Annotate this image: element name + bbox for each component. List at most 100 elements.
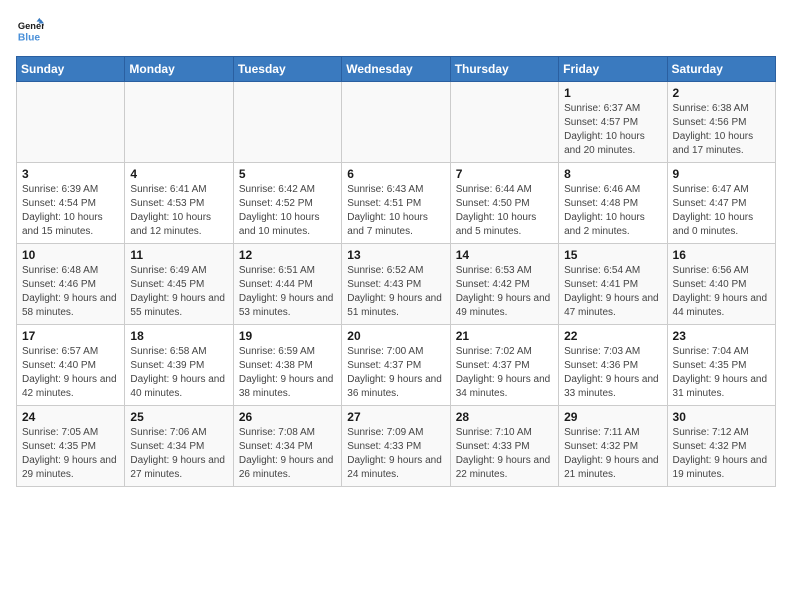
weekday-header: Monday (125, 57, 233, 82)
day-number: 3 (22, 167, 119, 181)
day-info: Sunrise: 7:06 AM Sunset: 4:34 PM Dayligh… (130, 426, 227, 482)
day-info: Sunrise: 6:59 AM Sunset: 4:38 PM Dayligh… (239, 345, 336, 401)
day-info: Sunrise: 6:48 AM Sunset: 4:46 PM Dayligh… (22, 264, 119, 320)
calendar-cell: 8Sunrise: 6:46 AM Sunset: 4:48 PM Daylig… (559, 163, 667, 244)
day-number: 8 (564, 167, 661, 181)
day-number: 17 (22, 329, 119, 343)
day-info: Sunrise: 7:10 AM Sunset: 4:33 PM Dayligh… (456, 426, 553, 482)
day-number: 30 (673, 410, 770, 424)
day-info: Sunrise: 7:11 AM Sunset: 4:32 PM Dayligh… (564, 426, 661, 482)
calendar-cell: 15 Sunrise: 6:54 AM Sunset: 4:41 PM Dayli… (559, 244, 667, 325)
weekday-header: Thursday (450, 57, 558, 82)
day-info: Sunrise: 6:53 AM Sunset: 4:42 PM Dayligh… (456, 264, 553, 320)
calendar-cell: 17 Sunrise: 6:57 AM Sunset: 4:40 PM Dayli… (17, 325, 125, 406)
day-number: 12 (239, 248, 336, 262)
day-info: Sunrise: 6:42 AM Sunset: 4:52 PM Dayligh… (239, 183, 336, 239)
day-info: Sunrise: 6:37 AM Sunset: 4:57 PM Dayligh… (564, 102, 661, 158)
day-info: Sunrise: 7:09 AM Sunset: 4:33 PM Dayligh… (347, 426, 444, 482)
logo-icon: General Blue (16, 16, 44, 44)
day-number: 29 (564, 410, 661, 424)
day-number: 15 (564, 248, 661, 262)
day-number: 21 (456, 329, 553, 343)
weekday-header: Tuesday (233, 57, 341, 82)
day-info: Sunrise: 6:38 AM Sunset: 4:56 PM Dayligh… (673, 102, 770, 158)
calendar-cell: 7 Sunrise: 6:44 AM Sunset: 4:50 PM Daylig… (450, 163, 558, 244)
weekday-header: Saturday (667, 57, 775, 82)
day-number: 2 (673, 86, 770, 100)
weekday-header: Friday (559, 57, 667, 82)
day-info: Sunrise: 6:49 AM Sunset: 4:45 PM Dayligh… (130, 264, 227, 320)
day-number: 4 (130, 167, 227, 181)
calendar-cell: 10 Sunrise: 6:48 AM Sunset: 4:46 PM Dayli… (17, 244, 125, 325)
day-number: 20 (347, 329, 444, 343)
calendar-cell: 18 Sunrise: 6:58 AM Sunset: 4:39 PM Dayli… (125, 325, 233, 406)
calendar-week-row: 3Sunrise: 6:39 AM Sunset: 4:54 PM Daylig… (17, 163, 776, 244)
day-info: Sunrise: 7:08 AM Sunset: 4:34 PM Dayligh… (239, 426, 336, 482)
day-info: Sunrise: 7:02 AM Sunset: 4:37 PM Dayligh… (456, 345, 553, 401)
calendar-cell: 23 Sunrise: 7:04 AM Sunset: 4:35 PM Dayli… (667, 325, 775, 406)
calendar-cell (125, 82, 233, 163)
calendar-week-row: 17 Sunrise: 6:57 AM Sunset: 4:40 PM Dayli… (17, 325, 776, 406)
day-number: 6 (347, 167, 444, 181)
calendar-cell (450, 82, 558, 163)
logo: General Blue (16, 16, 48, 44)
day-info: Sunrise: 6:44 AM Sunset: 4:50 PM Dayligh… (456, 183, 553, 239)
calendar-week-row: 24 Sunrise: 7:05 AM Sunset: 4:35 PM Dayli… (17, 406, 776, 487)
calendar-cell: 27 Sunrise: 7:09 AM Sunset: 4:33 PM Dayli… (342, 406, 450, 487)
calendar-cell: 21 Sunrise: 7:02 AM Sunset: 4:37 PM Dayli… (450, 325, 558, 406)
day-number: 26 (239, 410, 336, 424)
weekday-header: Wednesday (342, 57, 450, 82)
day-number: 13 (347, 248, 444, 262)
calendar-cell: 5 Sunrise: 6:42 AM Sunset: 4:52 PM Daylig… (233, 163, 341, 244)
calendar-cell: 13 Sunrise: 6:52 AM Sunset: 4:43 PM Dayli… (342, 244, 450, 325)
day-number: 24 (22, 410, 119, 424)
day-number: 18 (130, 329, 227, 343)
day-number: 23 (673, 329, 770, 343)
calendar-cell: 3Sunrise: 6:39 AM Sunset: 4:54 PM Daylig… (17, 163, 125, 244)
day-info: Sunrise: 6:56 AM Sunset: 4:40 PM Dayligh… (673, 264, 770, 320)
calendar-cell: 26 Sunrise: 7:08 AM Sunset: 4:34 PM Dayli… (233, 406, 341, 487)
calendar-cell: 16 Sunrise: 6:56 AM Sunset: 4:40 PM Dayli… (667, 244, 775, 325)
calendar-cell: 22 Sunrise: 7:03 AM Sunset: 4:36 PM Dayli… (559, 325, 667, 406)
day-number: 5 (239, 167, 336, 181)
calendar-cell: 9Sunrise: 6:47 AM Sunset: 4:47 PM Daylig… (667, 163, 775, 244)
day-info: Sunrise: 7:12 AM Sunset: 4:32 PM Dayligh… (673, 426, 770, 482)
calendar-cell: 11 Sunrise: 6:49 AM Sunset: 4:45 PM Dayli… (125, 244, 233, 325)
calendar-cell: 1 Sunrise: 6:37 AM Sunset: 4:57 PM Daylig… (559, 82, 667, 163)
day-number: 10 (22, 248, 119, 262)
day-info: Sunrise: 6:43 AM Sunset: 4:51 PM Dayligh… (347, 183, 444, 239)
day-info: Sunrise: 7:05 AM Sunset: 4:35 PM Dayligh… (22, 426, 119, 482)
calendar-cell: 25 Sunrise: 7:06 AM Sunset: 4:34 PM Dayli… (125, 406, 233, 487)
day-info: Sunrise: 6:57 AM Sunset: 4:40 PM Dayligh… (22, 345, 119, 401)
day-number: 16 (673, 248, 770, 262)
day-number: 22 (564, 329, 661, 343)
day-number: 28 (456, 410, 553, 424)
day-number: 14 (456, 248, 553, 262)
calendar-cell: 20 Sunrise: 7:00 AM Sunset: 4:37 PM Dayli… (342, 325, 450, 406)
day-number: 7 (456, 167, 553, 181)
day-number: 27 (347, 410, 444, 424)
calendar-cell (17, 82, 125, 163)
day-info: Sunrise: 7:04 AM Sunset: 4:35 PM Dayligh… (673, 345, 770, 401)
day-info: Sunrise: 6:52 AM Sunset: 4:43 PM Dayligh… (347, 264, 444, 320)
day-info: Sunrise: 6:58 AM Sunset: 4:39 PM Dayligh… (130, 345, 227, 401)
calendar-cell: 6 Sunrise: 6:43 AM Sunset: 4:51 PM Daylig… (342, 163, 450, 244)
weekday-header: Sunday (17, 57, 125, 82)
calendar-cell: 29 Sunrise: 7:11 AM Sunset: 4:32 PM Dayli… (559, 406, 667, 487)
calendar-table: SundayMondayTuesdayWednesdayThursdayFrid… (16, 56, 776, 487)
calendar-body: 1 Sunrise: 6:37 AM Sunset: 4:57 PM Daylig… (17, 82, 776, 487)
calendar-week-row: 1 Sunrise: 6:37 AM Sunset: 4:57 PM Daylig… (17, 82, 776, 163)
day-info: Sunrise: 7:00 AM Sunset: 4:37 PM Dayligh… (347, 345, 444, 401)
calendar-cell: 14 Sunrise: 6:53 AM Sunset: 4:42 PM Dayli… (450, 244, 558, 325)
day-info: Sunrise: 7:03 AM Sunset: 4:36 PM Dayligh… (564, 345, 661, 401)
calendar-cell: 12 Sunrise: 6:51 AM Sunset: 4:44 PM Dayli… (233, 244, 341, 325)
calendar-cell: 19Sunrise: 6:59 AM Sunset: 4:38 PM Dayli… (233, 325, 341, 406)
day-number: 11 (130, 248, 227, 262)
day-number: 1 (564, 86, 661, 100)
day-info: Sunrise: 6:51 AM Sunset: 4:44 PM Dayligh… (239, 264, 336, 320)
day-info: Sunrise: 6:54 AM Sunset: 4:41 PM Dayligh… (564, 264, 661, 320)
day-info: Sunrise: 6:41 AM Sunset: 4:53 PM Dayligh… (130, 183, 227, 239)
day-number: 9 (673, 167, 770, 181)
day-number: 25 (130, 410, 227, 424)
page-header: General Blue (16, 16, 776, 44)
